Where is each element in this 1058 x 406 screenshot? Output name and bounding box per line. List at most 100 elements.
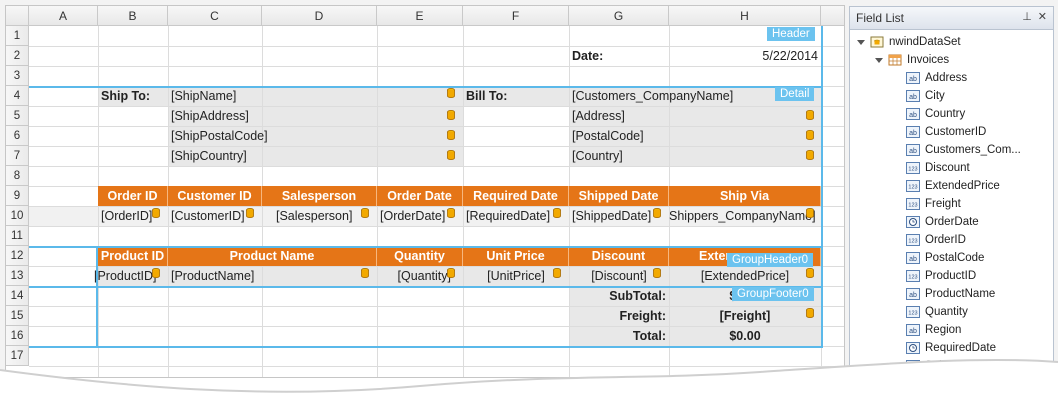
field-list-item[interactable]: OrderDate [906,213,979,231]
field-list-panel[interactable]: Field List ⊥ ✕ nwindDataSet Invoices ab A… [849,6,1054,378]
field-list-item[interactable]: ab City [906,87,945,105]
database-icon[interactable] [152,268,160,278]
freight-label[interactable]: Freight: [569,306,669,326]
customer-id-header[interactable]: Customer ID [168,186,262,206]
header-band-tag[interactable]: Header [767,27,815,41]
column-header-d[interactable]: D [262,6,377,26]
field-list-item[interactable]: 123 Quantity [906,303,968,321]
database-icon[interactable] [806,268,814,278]
field-list-item[interactable]: ab Customers_Com... [906,141,1021,159]
bill-address-field[interactable]: [Address] [569,106,821,126]
row-header[interactable]: 11 [6,226,29,246]
database-icon[interactable] [806,150,814,160]
database-icon[interactable] [361,208,369,218]
product-id-header[interactable]: Product ID [98,246,168,266]
row-header[interactable]: 1 [6,26,29,46]
unit-price-header[interactable]: Unit Price [463,246,569,266]
row-header[interactable]: 2 [6,46,29,66]
row-header[interactable]: 9 [6,186,29,206]
product-name-header[interactable]: Product Name [168,246,377,266]
row-header[interactable]: 8 [6,166,29,186]
field-list-item[interactable]: ab PostalCode [906,249,984,267]
row-header[interactable]: 6 [6,126,29,146]
collapse-triangle-icon[interactable] [874,56,883,65]
spreadsheet-grid[interactable]: A B C D E F G H 1 2 3 4 5 6 7 8 9 10 11 … [5,5,845,378]
row-header[interactable]: 14 [6,286,29,306]
column-header-c[interactable]: C [168,6,262,26]
discount-header[interactable]: Discount [569,246,669,266]
ship-name-field[interactable]: [ShipName] [168,86,463,106]
field-list-item[interactable]: 123 Freight [906,195,961,213]
collapse-triangle-icon[interactable] [856,38,865,47]
field-list-item[interactable]: ab Country [906,105,965,123]
date-label[interactable]: Date: [569,46,669,66]
field-list-title-bar[interactable]: Field List ⊥ ✕ [850,7,1053,30]
column-header-f[interactable]: F [463,6,569,26]
required-date-header[interactable]: Required Date [463,186,569,206]
column-header-h[interactable]: H [669,6,821,26]
detail-band-tag[interactable]: Detail [775,87,815,101]
bill-country-field[interactable]: [Country] [569,146,821,166]
row-header[interactable]: 5 [6,106,29,126]
row-header[interactable]: 10 [6,206,29,226]
product-name-field[interactable]: [ProductName] [168,266,377,286]
row-header[interactable]: 13 [6,266,29,286]
select-all-corner[interactable] [6,6,29,26]
extended-price-field[interactable]: [ExtendedPrice] [669,266,821,286]
column-header-a[interactable]: A [29,6,98,26]
column-header-b[interactable]: B [98,6,168,26]
tree-node-invoices[interactable]: Invoices [874,51,949,69]
database-icon[interactable] [447,208,455,218]
row-header[interactable]: 4 [6,86,29,106]
field-list-item[interactable]: 123 Discount [906,159,970,177]
row-header[interactable]: 3 [6,66,29,86]
salesperson-header[interactable]: Salesperson [262,186,377,206]
subtotal-label[interactable]: SubTotal: [569,286,669,306]
order-date-header[interactable]: Order Date [377,186,463,206]
field-list-item[interactable]: ab ProductName [906,285,995,303]
database-icon[interactable] [246,208,254,218]
ship-country-field[interactable]: [ShipCountry] [168,146,463,166]
ship-address-field[interactable]: [ShipAddress] [168,106,463,126]
database-icon[interactable] [553,268,561,278]
pin-icon[interactable]: ⊥ [1022,10,1032,23]
database-icon[interactable] [447,130,455,140]
database-icon[interactable] [553,208,561,218]
quantity-header[interactable]: Quantity [377,246,463,266]
column-header-e[interactable]: E [377,6,463,26]
database-icon[interactable] [806,130,814,140]
ship-postal-code-field[interactable]: [ShipPostalCode] [168,126,463,146]
freight-value[interactable]: [Freight] [669,306,821,326]
row-header[interactable]: 12 [6,246,29,266]
shipped-date-header[interactable]: Shipped Date [569,186,669,206]
group-footer-band-tag[interactable]: GroupFooter0 [732,287,814,301]
group-header-band-tag[interactable]: GroupHeader0 [727,253,814,267]
column-header-g[interactable]: G [569,6,669,26]
database-icon[interactable] [653,268,661,278]
bill-postal-code-field[interactable]: [PostalCode] [569,126,821,146]
ship-via-field[interactable]: Shippers_CompanyName] [669,206,821,226]
database-icon[interactable] [447,268,455,278]
field-list-item[interactable]: 123 ExtendedPrice [906,177,1000,195]
database-icon[interactable] [447,150,455,160]
database-icon[interactable] [361,268,369,278]
database-icon[interactable] [152,208,160,218]
database-icon[interactable] [653,208,661,218]
row-header[interactable]: 7 [6,146,29,166]
database-icon[interactable] [806,308,814,318]
field-list-item[interactable]: ab CustomerID [906,123,986,141]
field-list-item[interactable]: 123 ProductID [906,267,976,285]
database-icon[interactable] [447,110,455,120]
date-value[interactable]: 5/22/2014 [669,46,821,66]
ship-to-label[interactable]: Ship To: [98,86,168,106]
database-icon[interactable] [447,88,455,98]
row-header[interactable]: 15 [6,306,29,326]
database-icon[interactable] [806,208,814,218]
database-icon[interactable] [806,110,814,120]
order-id-header[interactable]: Order ID [98,186,168,206]
field-list-item[interactable]: ab Region [906,321,961,339]
salesperson-field[interactable]: [Salesperson] [262,206,377,226]
bill-to-label[interactable]: Bill To: [463,86,569,106]
field-list-item[interactable]: 123 OrderID [906,231,966,249]
tree-node-dataset[interactable]: nwindDataSet [856,33,961,51]
